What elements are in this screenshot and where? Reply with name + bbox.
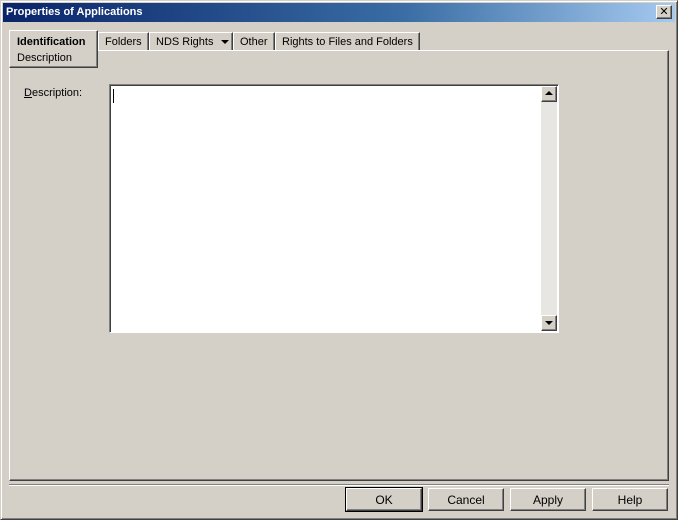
- title-bar[interactable]: Properties of Applications ✕: [3, 3, 675, 22]
- button-separator: [9, 484, 669, 486]
- help-button[interactable]: Help: [592, 488, 668, 511]
- close-icon: ✕: [659, 5, 669, 18]
- tab-identification-label: Identification: [17, 36, 86, 48]
- tab-other[interactable]: Other: [233, 32, 275, 51]
- arrow-down-icon: [545, 321, 553, 325]
- tab-nds-rights[interactable]: NDS Rights: [149, 32, 233, 51]
- apply-button[interactable]: Apply: [510, 488, 586, 511]
- cancel-button[interactable]: Cancel: [428, 488, 504, 511]
- subtab-description[interactable]: Description: [17, 52, 72, 64]
- tab-other-label: Other: [240, 36, 268, 48]
- tab-folders-label: Folders: [105, 36, 142, 48]
- window-title: Properties of Applications: [6, 6, 143, 18]
- description-textarea[interactable]: [109, 84, 559, 333]
- scroll-down-button[interactable]: [541, 315, 557, 331]
- text-cursor: [113, 89, 114, 103]
- tab-rights-files-label: Rights to Files and Folders: [282, 36, 413, 48]
- help-button-label: Help: [617, 492, 643, 507]
- tab-nds-rights-label: NDS Rights: [156, 36, 214, 48]
- tab-identification[interactable]: Identification Description: [9, 30, 98, 68]
- scroll-up-button[interactable]: [541, 86, 557, 102]
- apply-button-label: Apply: [532, 492, 564, 507]
- cancel-button-label: Cancel: [447, 492, 485, 507]
- ok-button[interactable]: OK: [345, 487, 423, 512]
- description-label: Description:: [24, 87, 82, 99]
- dropdown-arrow-icon: [221, 40, 230, 45]
- description-label-accelerator: D: [24, 87, 32, 99]
- vertical-scrollbar[interactable]: [541, 86, 557, 331]
- close-button[interactable]: ✕: [656, 5, 672, 19]
- description-label-text: escription:: [31, 87, 83, 99]
- tab-rights-to-files-and-folders[interactable]: Rights to Files and Folders: [275, 32, 420, 51]
- arrow-up-icon: [545, 91, 553, 95]
- ok-button-label: OK: [375, 492, 393, 507]
- tab-folders[interactable]: Folders: [98, 32, 149, 51]
